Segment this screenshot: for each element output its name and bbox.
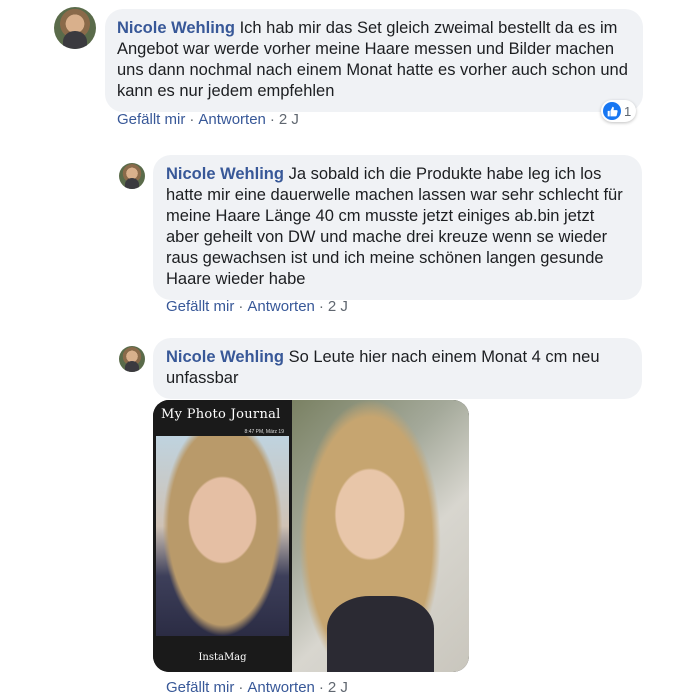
separator: ·	[238, 298, 244, 315]
separator: ·	[238, 679, 244, 696]
avatar[interactable]	[54, 7, 96, 49]
like-link[interactable]: Gefällt mir	[166, 298, 234, 315]
separator: ·	[189, 111, 195, 128]
avatar[interactable]	[119, 346, 145, 372]
reply-link[interactable]: Antworten	[247, 298, 315, 315]
separator: ·	[269, 111, 275, 128]
avatar[interactable]	[119, 163, 145, 189]
reply-link[interactable]: Antworten	[198, 111, 266, 128]
like-link[interactable]: Gefällt mir	[117, 111, 185, 128]
before-photo	[156, 436, 289, 636]
instamag-label: InstaMag	[198, 652, 247, 663]
comment-age[interactable]: 2 J	[328, 679, 348, 696]
comment-actions: Gefällt mir · Antworten · 2 J	[166, 679, 348, 696]
comment-author[interactable]: Nicole Wehling	[166, 348, 284, 366]
separator: ·	[318, 679, 324, 696]
comment-bubble: Nicole Wehling Ich hab mir das Set gleic…	[105, 9, 643, 112]
thumbs-up-icon	[603, 102, 621, 120]
comment-age[interactable]: 2 J	[279, 111, 299, 128]
after-photo	[292, 400, 469, 672]
comment-actions: Gefällt mir · Antworten · 2 J	[166, 298, 348, 315]
comment-author[interactable]: Nicole Wehling	[117, 19, 235, 37]
before-photo-panel: My Photo Journal 8:47 PM, März 19 InstaM…	[153, 400, 292, 672]
comment-photo[interactable]: My Photo Journal 8:47 PM, März 19 InstaM…	[153, 400, 469, 672]
reaction-badge[interactable]: 1	[601, 100, 637, 122]
comment-text: Ja sobald ich die Produkte habe leg ich …	[166, 165, 623, 288]
journal-title: My Photo Journal	[161, 407, 281, 422]
reply-link[interactable]: Antworten	[247, 679, 315, 696]
comment-author[interactable]: Nicole Wehling	[166, 165, 284, 183]
like-link[interactable]: Gefällt mir	[166, 679, 234, 696]
comment-bubble: Nicole Wehling Ja sobald ich die Produkt…	[153, 155, 642, 300]
reaction-count: 1	[624, 103, 632, 119]
separator: ·	[318, 298, 324, 315]
journal-date: 8:47 PM, März 19	[244, 429, 284, 435]
comment-actions: Gefällt mir · Antworten · 2 J	[117, 111, 299, 128]
comment-bubble: Nicole Wehling So Leute hier nach einem …	[153, 338, 642, 399]
comment-age[interactable]: 2 J	[328, 298, 348, 315]
